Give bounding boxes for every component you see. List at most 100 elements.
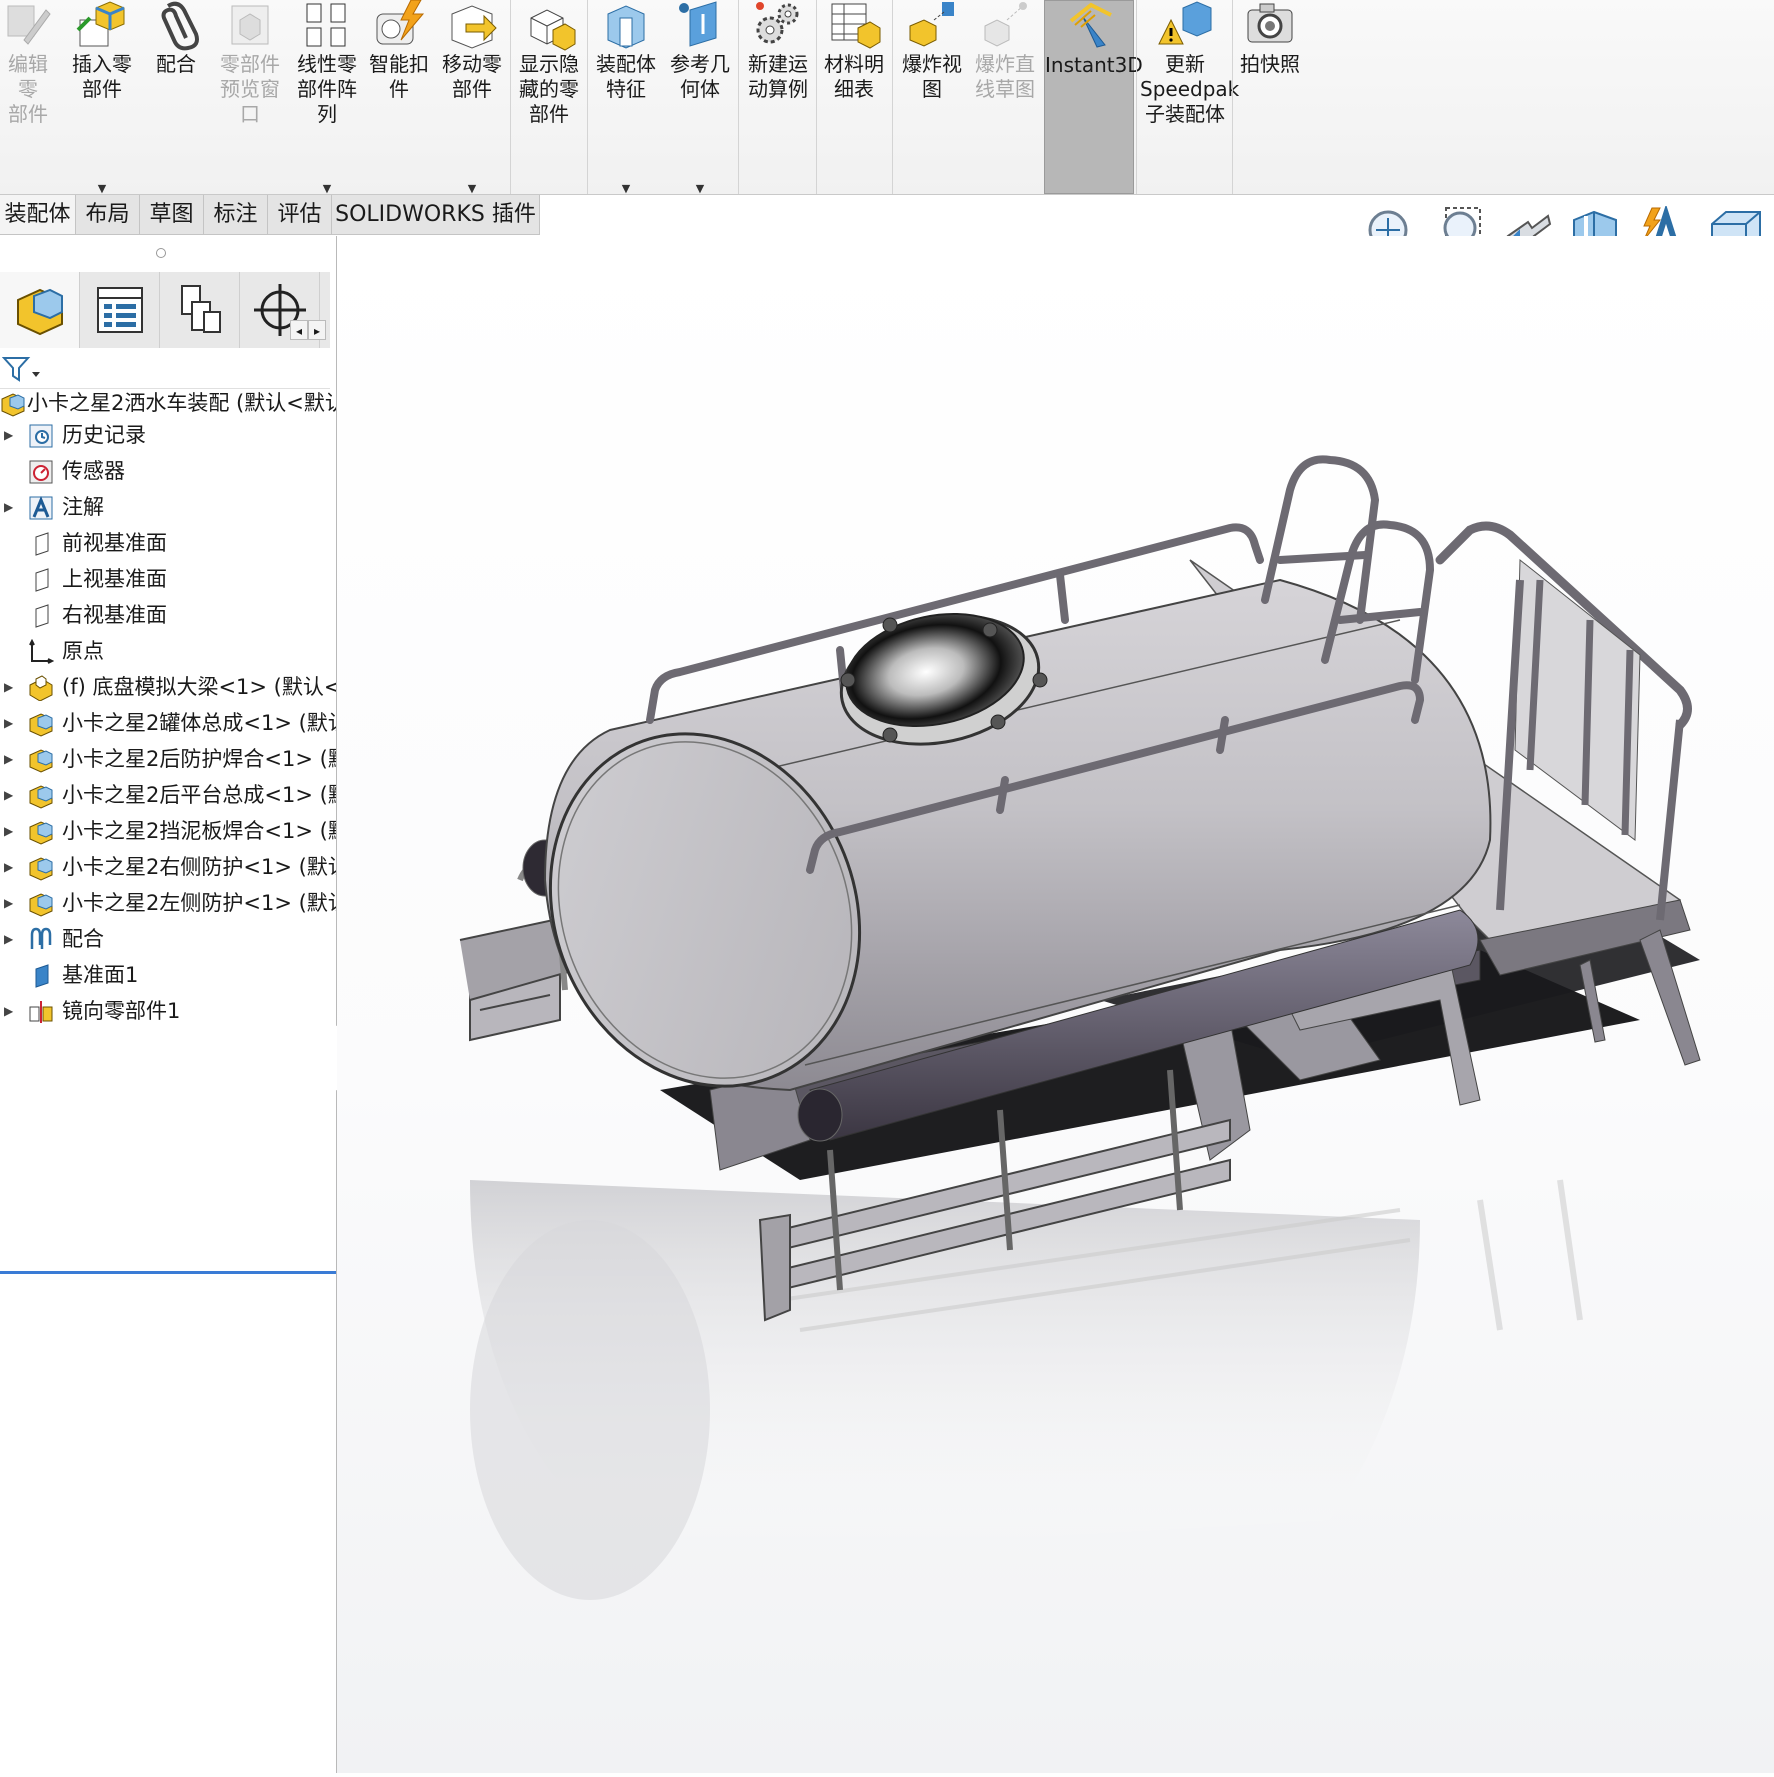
ribbon-separator	[510, 0, 511, 194]
tab-feature-manager[interactable]	[0, 272, 80, 348]
plane-icon	[35, 964, 49, 988]
tree-item-chassis-beam[interactable]: ▶ (f) 底盘模拟大梁<1> (默认<-	[0, 670, 336, 704]
expand-arrow-icon[interactable]: ▶	[4, 706, 13, 740]
tree-item-mudguard[interactable]: ▶ 小卡之星2挡泥板焊合<1> (默	[0, 814, 336, 848]
reference-geometry-button[interactable]: 参考几 何体 ▼	[664, 0, 736, 195]
expand-arrow-icon[interactable]: ▶	[4, 814, 13, 848]
scroll-left-icon[interactable]: ◂	[290, 320, 308, 340]
assembly-features-icon	[607, 5, 645, 49]
tab-sketch[interactable]: 草图	[140, 195, 204, 235]
panel-tab-strip	[0, 272, 330, 348]
chevron-down-icon[interactable]: ▼	[622, 176, 630, 201]
tab-markup[interactable]: 标注	[204, 195, 268, 235]
instant3d-button[interactable]: Instant3D	[1044, 0, 1143, 194]
gears-icon	[756, 2, 799, 44]
expand-arrow-icon[interactable]: ▶	[4, 490, 13, 524]
expand-arrow-icon[interactable]: ▶	[4, 922, 13, 956]
linear-pattern-button[interactable]: 线性零 部件阵 列 ▼	[292, 0, 362, 195]
component-preview-button[interactable]: 零部件 预览窗 口	[212, 0, 288, 194]
chevron-down-icon[interactable]: ▼	[696, 176, 704, 201]
plane-icon	[35, 604, 49, 628]
exploded-view-button[interactable]: 爆炸视 图	[896, 0, 968, 194]
assembly-icon	[1, 393, 25, 417]
subassembly-icon	[29, 785, 53, 809]
subassembly-icon	[29, 857, 53, 881]
tab-property-manager[interactable]	[80, 272, 160, 348]
tree-item-annotations[interactable]: ▶ 注解	[0, 490, 336, 524]
command-manager-tabs: 装配体 布局 草图 标注 评估 SOLIDWORKS 插件	[0, 195, 540, 235]
exploded-view-icon	[909, 2, 954, 47]
tree-item-plane1[interactable]: 基准面1	[0, 958, 336, 992]
tab-layout[interactable]: 布局	[76, 195, 140, 235]
tree-item-top-plane[interactable]: 上视基准面	[0, 562, 336, 596]
smart-fasteners-icon	[376, 0, 425, 45]
tree-item-sensors[interactable]: 传感器	[0, 454, 336, 488]
subassembly-icon	[29, 713, 53, 737]
tree-root[interactable]: 小卡之星2洒水车装配 (默认<默认	[0, 386, 336, 420]
feature-manager-panel: ◂ ▸ 小卡之星2洒水车装配 (默认<默认 ▶ 历史记录 传感器 ▶ 注解 前视基…	[0, 236, 337, 1773]
water-tank-truck-model[interactable]	[337, 236, 1774, 1773]
tree-item-origin[interactable]: 原点	[0, 634, 336, 668]
tree-item-mates[interactable]: ▶ 配合	[0, 922, 336, 956]
history-icon	[29, 424, 53, 448]
tree-item-history[interactable]: ▶ 历史记录	[0, 418, 336, 452]
update-speedpak-button[interactable]: 更新 Speedpak 子装配体	[1140, 0, 1239, 194]
tree-item-rear-guard[interactable]: ▶ 小卡之星2后防护焊合<1> (默	[0, 742, 336, 776]
explode-line-sketch-button[interactable]: 爆炸直 线草图	[970, 0, 1040, 194]
property-manager-icon	[97, 287, 143, 333]
annotation-icon	[29, 496, 53, 520]
tab-solidworks-addins[interactable]: SOLIDWORKS 插件	[332, 195, 540, 235]
insert-component-button[interactable]: 插入零 部件 ▼	[64, 0, 140, 195]
expand-arrow-icon[interactable]: ▶	[4, 994, 13, 1028]
tree-root-label: 小卡之星2洒水车装配 (默认<默认	[27, 391, 336, 415]
paperclip-icon	[161, 1, 199, 51]
panel-grip[interactable]	[156, 248, 166, 258]
expand-arrow-icon[interactable]: ▶	[4, 418, 13, 452]
command-manager-ribbon: 编辑零 部件 插入零 部件 ▼ 配合 零部件 预览窗 口 线性零 部件阵 列 ▼…	[0, 0, 1774, 195]
tab-configuration-manager[interactable]	[160, 272, 240, 348]
ribbon-separator	[1136, 0, 1137, 194]
part-icon	[29, 675, 53, 701]
ribbon-separator	[587, 0, 588, 194]
linear-pattern-icon	[306, 3, 346, 47]
tree-item-front-plane[interactable]: 前视基准面	[0, 526, 336, 560]
tree-item-left-guard[interactable]: ▶ 小卡之星2左侧防护<1> (默认	[0, 886, 336, 920]
configuration-manager-icon	[181, 285, 221, 333]
filter-icon[interactable]	[2, 356, 42, 382]
move-component-icon	[451, 5, 497, 49]
expand-arrow-icon[interactable]: ▶	[4, 886, 13, 920]
tree-rollback-bar[interactable]	[0, 1271, 336, 1274]
expand-arrow-icon[interactable]: ▶	[4, 850, 13, 884]
subassembly-icon	[29, 893, 53, 917]
graphics-area[interactable]	[337, 236, 1774, 1773]
explode-line-sketch-icon	[984, 2, 1027, 47]
tab-evaluate[interactable]: 评估	[268, 195, 332, 235]
expand-arrow-icon[interactable]: ▶	[4, 778, 13, 812]
edit-part-button[interactable]: 编辑零 部件	[0, 0, 56, 194]
move-component-button[interactable]: 移动零 部件 ▼	[436, 0, 508, 195]
tab-assembly[interactable]: 装配体	[0, 195, 76, 235]
ribbon-separator	[738, 0, 739, 194]
show-hidden-components-button[interactable]: 显示隐 藏的零 部件	[514, 0, 584, 194]
bill-of-materials-button[interactable]: 材料明 细表	[818, 0, 890, 194]
new-motion-study-button[interactable]: 新建运 动算例	[742, 0, 814, 194]
expand-arrow-icon[interactable]: ▶	[4, 742, 13, 776]
tree-item-tank-assembly[interactable]: ▶ 小卡之星2罐体总成<1> (默认	[0, 706, 336, 740]
assembly-features-button[interactable]: 装配体 特征 ▼	[590, 0, 662, 195]
tree-item-mirror-component[interactable]: ▶ 镜向零部件1	[0, 994, 336, 1028]
tree-item-rear-platform[interactable]: ▶ 小卡之星2后平台总成<1> (默	[0, 778, 336, 812]
ribbon-separator	[1232, 0, 1233, 194]
smart-fasteners-button[interactable]: 智能扣 件	[364, 0, 434, 194]
scroll-right-icon[interactable]: ▸	[308, 320, 326, 340]
show-hidden-components-icon	[530, 9, 576, 51]
tree-item-right-guard[interactable]: ▶ 小卡之星2右侧防护<1> (默认	[0, 850, 336, 884]
mate-button[interactable]: 配合	[144, 0, 208, 194]
ribbon-separator	[892, 0, 893, 194]
plane-icon	[35, 532, 49, 556]
camera-icon	[1247, 3, 1293, 43]
feature-manager-icon	[17, 288, 63, 336]
take-snapshot-button[interactable]: 拍快照	[1236, 0, 1304, 194]
tree-item-right-plane[interactable]: 右视基准面	[0, 598, 336, 632]
expand-arrow-icon[interactable]: ▶	[4, 670, 13, 704]
insert-component-icon	[76, 1, 125, 47]
